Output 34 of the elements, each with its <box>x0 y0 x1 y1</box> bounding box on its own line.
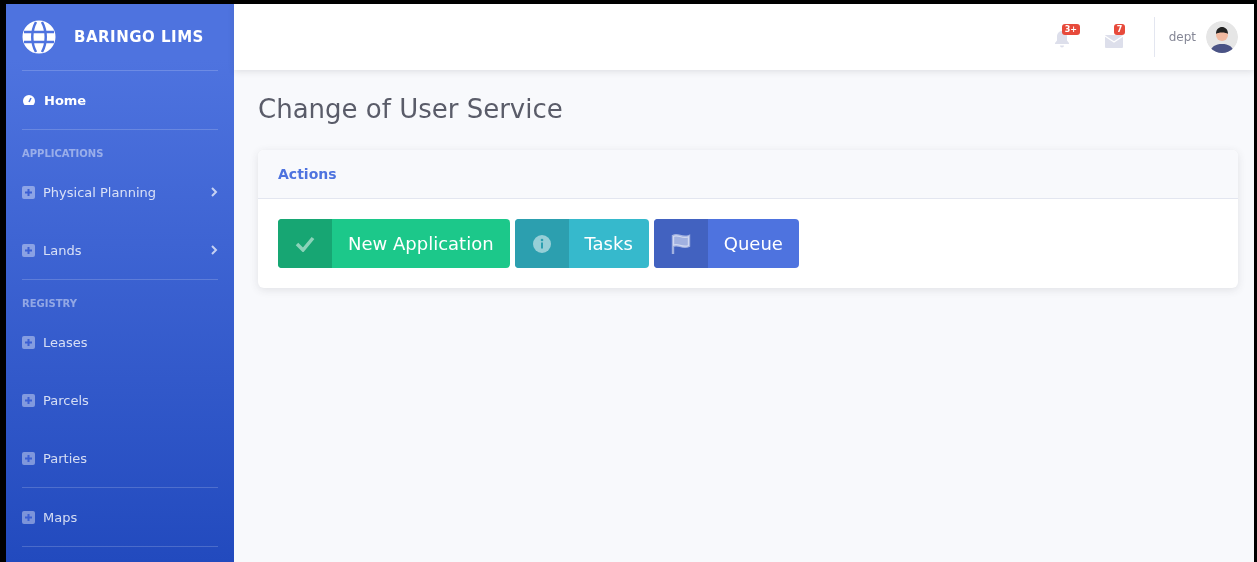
card-header: Actions <box>258 150 1238 199</box>
alert-count: 3+ <box>1061 24 1080 35</box>
plus-icon <box>22 510 35 524</box>
sidebar-item[interactable]: Parcels <box>22 371 218 429</box>
section-heading: APPLICATIONS <box>22 147 105 161</box>
sidebar-item[interactable]: Parties <box>22 429 218 487</box>
info-icon <box>532 234 551 253</box>
section-heading: REGISTRY <box>22 297 78 311</box>
plus-icon <box>22 451 35 465</box>
page-title: Change of User Service <box>258 94 564 124</box>
message-count: 7 <box>1113 24 1126 35</box>
sidebar-item[interactable]: Lands <box>22 221 218 279</box>
alerts-button[interactable]: 3+ <box>1035 20 1088 54</box>
user-name[interactable]: dept <box>1168 30 1196 44</box>
envelope-icon <box>1104 35 1123 48</box>
gauge-icon <box>22 94 36 106</box>
check-icon <box>295 235 315 252</box>
action-button[interactable]: Tasks <box>514 219 649 268</box>
avatar-icon[interactable] <box>1206 21 1238 53</box>
sidebar-item[interactable]: Physical Planning <box>22 163 218 221</box>
plus-icon <box>22 335 35 349</box>
messages-button[interactable]: 7 <box>1087 20 1140 54</box>
brand-name[interactable]: BARINGO LIMS <box>74 28 204 46</box>
sidebar-item[interactable]: Leases <box>22 313 218 371</box>
plus-icon <box>22 243 35 257</box>
sidebar-item[interactable]: Home <box>22 71 218 129</box>
sidebar-item[interactable]: Maps <box>22 488 218 546</box>
plus-icon <box>22 393 35 407</box>
plus-icon <box>22 185 35 199</box>
chevron-icon <box>211 187 218 197</box>
flag-icon <box>670 233 691 254</box>
globe-icon <box>22 20 56 54</box>
action-button[interactable]: Queue <box>653 219 799 268</box>
chevron-icon <box>211 245 218 255</box>
